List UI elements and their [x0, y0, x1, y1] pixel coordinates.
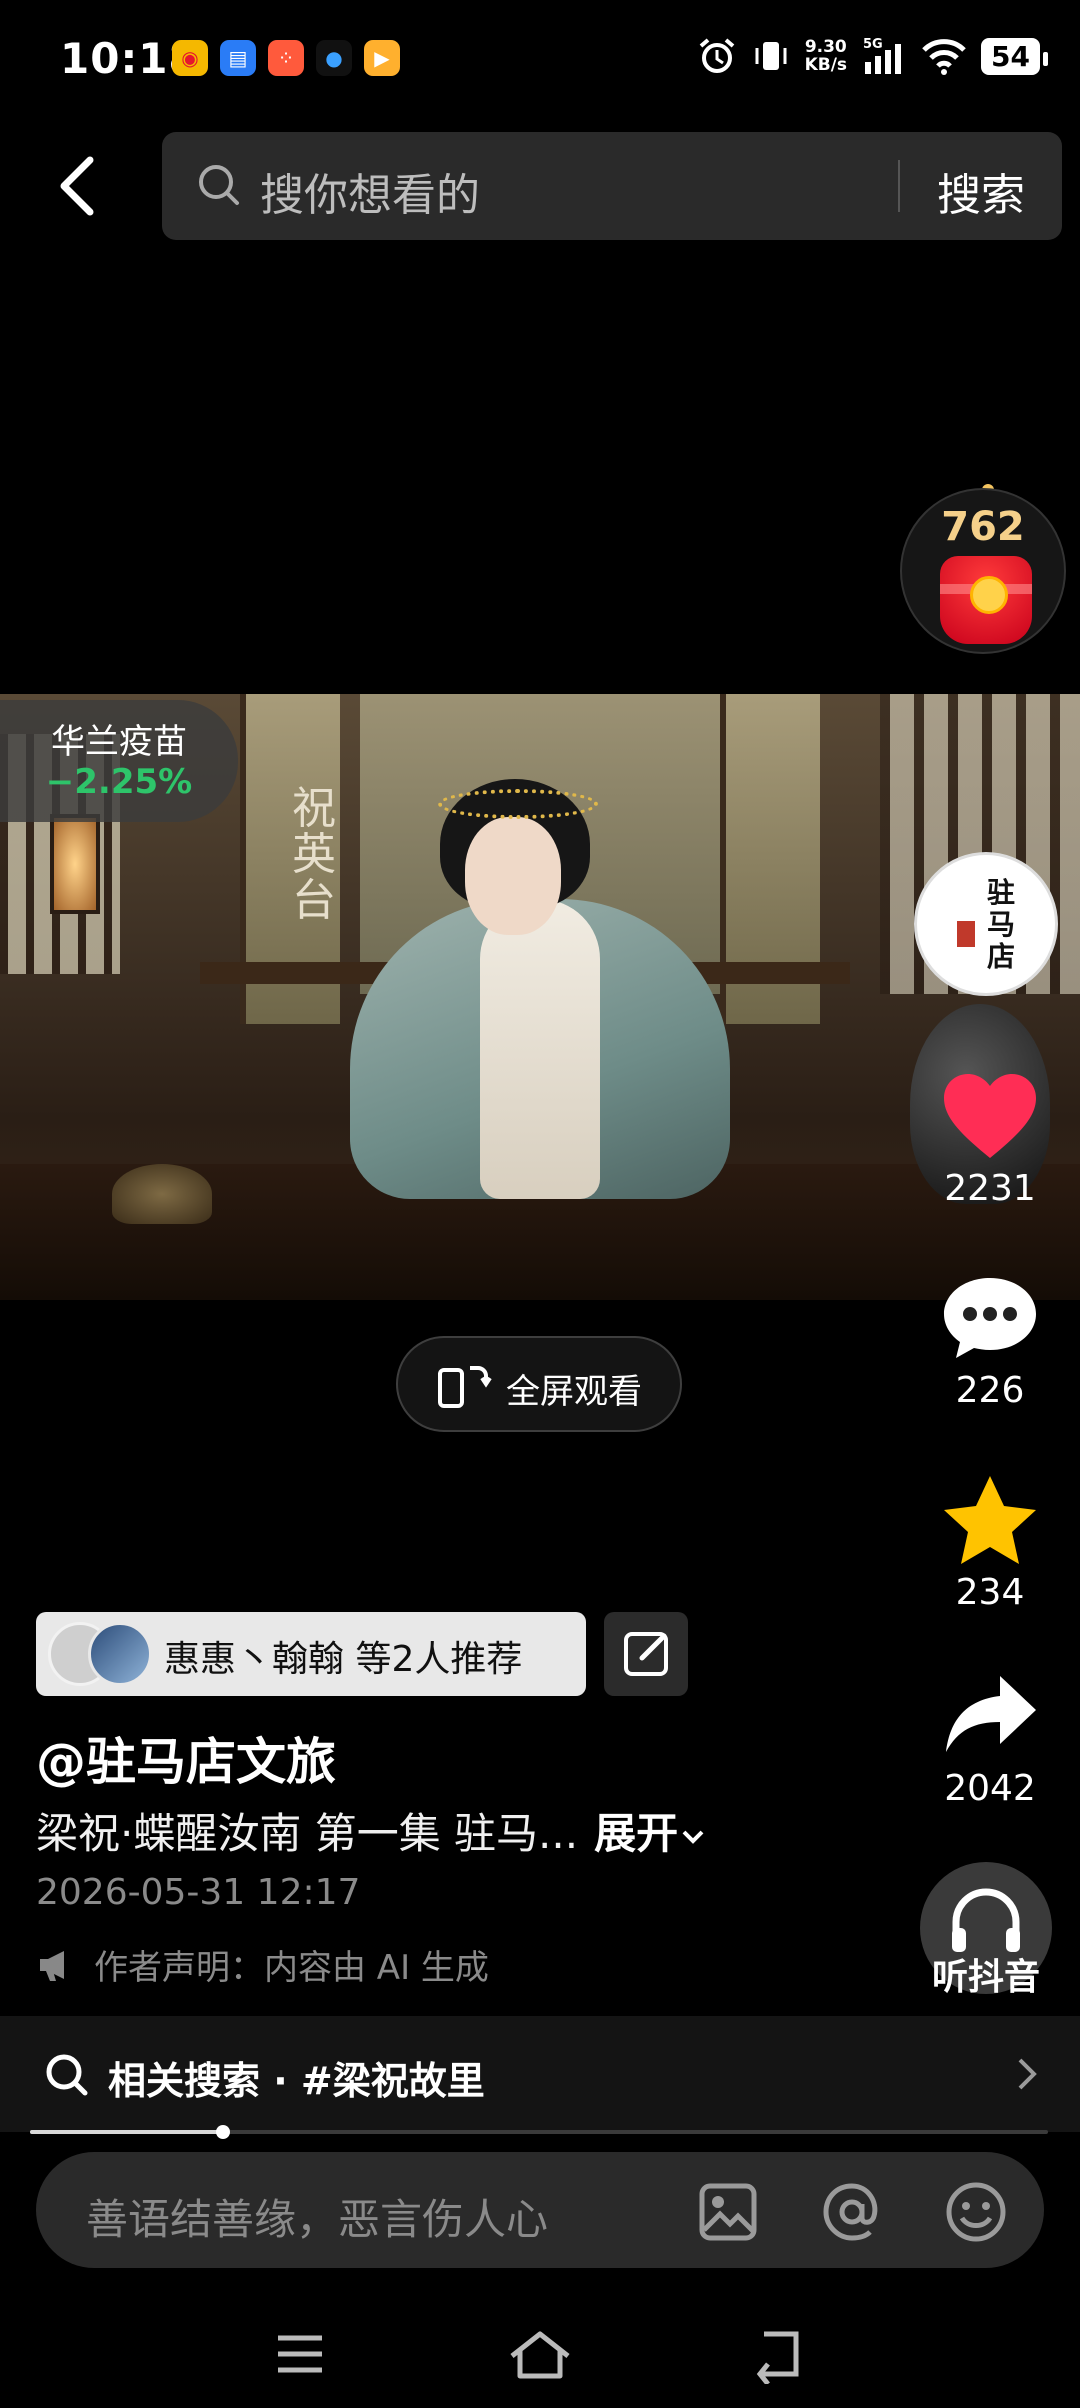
- alarm-icon: [699, 38, 734, 73]
- star-icon: [944, 1476, 1036, 1564]
- ai-disclaimer: 作者声明：内容由 AI 生成: [36, 1940, 489, 1989]
- kuaishou-app-icon: ⁘: [268, 40, 304, 76]
- home-icon[interactable]: [506, 2324, 574, 2384]
- back-button[interactable]: [50, 150, 110, 220]
- author-name[interactable]: @驻马店文旅: [36, 1722, 336, 1794]
- fullscreen-label: 全屏观看: [506, 1372, 642, 1412]
- post-datetime: 2026-05-31 12:17: [36, 1872, 361, 1913]
- author-avatar-logo: 驻马店: [986, 876, 1015, 973]
- chevron-down-icon: [682, 1830, 704, 1844]
- like-button[interactable]: 2231: [910, 1070, 1070, 1209]
- back-arrow-icon: [60, 156, 94, 216]
- comment-icon: [944, 1278, 1036, 1358]
- author-avatar[interactable]: 驻马店: [914, 852, 1058, 996]
- like-count: 2231: [944, 1168, 1036, 1209]
- qq-app-icon: ●: [316, 40, 352, 76]
- related-search-bar[interactable]: 相关搜索 · #梁祝故里: [0, 2016, 1080, 2132]
- back-nav-icon[interactable]: [748, 2324, 808, 2384]
- fullscreen-button[interactable]: 全屏观看: [396, 1336, 682, 1432]
- video-caption-overlay: 祝英台: [292, 783, 336, 926]
- recommend-chip[interactable]: 惠惠丶翰翰 等2人推荐: [36, 1612, 586, 1696]
- related-search-text: 相关搜索 · #梁祝故里: [108, 2059, 485, 2103]
- comment-input-bar[interactable]: 善语结善缘，恶言伤人心: [36, 2152, 1044, 2268]
- system-nav-bar: [0, 2300, 1080, 2408]
- red-packet-widget[interactable]: 762: [900, 488, 1066, 654]
- search-box[interactable]: 搜你想看的 搜索: [162, 132, 1062, 240]
- message-app-icon: ▤: [220, 40, 256, 76]
- video-progress-bar[interactable]: [30, 2125, 1048, 2139]
- signal-icon: 5G: [863, 37, 902, 74]
- search-button[interactable]: 搜索: [937, 159, 1025, 223]
- red-packet-icon: [940, 556, 1032, 644]
- description-text: 梁祝·蝶醒汝南 第一集 驻马...: [36, 1809, 579, 1858]
- megaphone-icon: [40, 1950, 64, 1981]
- stock-change: −2.25%: [45, 762, 193, 802]
- wifi-icon: [922, 39, 966, 75]
- video-progress-fill: [30, 2130, 224, 2134]
- image-icon[interactable]: [696, 2180, 760, 2244]
- share-button[interactable]: 2042: [910, 1670, 1070, 1809]
- status-bar: 10:18 ◉ ▤ ⁘ ● ▶ 9.30 KB/s 5G 54: [0, 0, 1080, 120]
- heart-icon: [944, 1074, 1036, 1158]
- comment-input[interactable]: 善语结善缘，恶言伤人心: [86, 2186, 548, 2247]
- mention-icon[interactable]: [820, 2180, 884, 2244]
- favorite-button[interactable]: 234: [910, 1474, 1070, 1613]
- search-icon: [46, 2054, 88, 2096]
- emoji-icon[interactable]: [944, 2180, 1008, 2244]
- vibrate-icon: [755, 42, 787, 70]
- post-description[interactable]: 梁祝·蝶醒汝南 第一集 驻马... 展开: [36, 1800, 708, 1861]
- share-count: 2042: [944, 1768, 1036, 1809]
- edit-icon: [624, 1632, 668, 1676]
- comment-button[interactable]: 226: [910, 1272, 1070, 1411]
- red-packet-count: 762: [941, 504, 1025, 550]
- video-scene-lamp: [50, 814, 100, 914]
- battery-indicator: 54: [981, 37, 1048, 75]
- menu-icon[interactable]: [270, 2324, 330, 2384]
- network-speed: 9.30 KB/s: [804, 37, 848, 75]
- weibo-app-icon: ◉: [172, 40, 208, 76]
- video-scene-figure: [350, 779, 730, 1199]
- status-indicators: 9.30 KB/s 5G 54: [697, 36, 1048, 76]
- comment-count: 226: [955, 1370, 1025, 1411]
- share-arrow-icon: [946, 1676, 1036, 1752]
- video-app-icon: ▶: [364, 40, 400, 76]
- favorite-count: 234: [955, 1572, 1025, 1613]
- search-input[interactable]: 搜你想看的: [260, 159, 480, 223]
- status-app-icons: ◉ ▤ ⁘ ● ▶: [172, 40, 400, 76]
- video-progress-handle[interactable]: [216, 2125, 231, 2139]
- svg-text:5G: 5G: [863, 37, 883, 52]
- edit-recommend-button[interactable]: [604, 1612, 688, 1696]
- rotate-screen-icon: [438, 1366, 492, 1408]
- chevron-right-icon: [1018, 2058, 1037, 2090]
- stock-chip[interactable]: 华兰疫苗 −2.25%: [0, 700, 238, 822]
- ai-disclaimer-text: 作者声明：内容由 AI 生成: [94, 1948, 489, 1988]
- listen-label: 听抖音: [931, 1957, 1040, 1998]
- recommend-text: 惠惠丶翰翰 等2人推荐: [164, 1639, 523, 1680]
- stock-name: 华兰疫苗: [51, 722, 187, 762]
- video-scene-censer: [112, 1164, 212, 1224]
- expand-button[interactable]: 展开: [594, 1809, 708, 1858]
- search-divider: [898, 160, 900, 212]
- recommender-avatar: [88, 1622, 152, 1686]
- author-avatar-seal: [957, 921, 975, 947]
- search-icon: [199, 165, 239, 205]
